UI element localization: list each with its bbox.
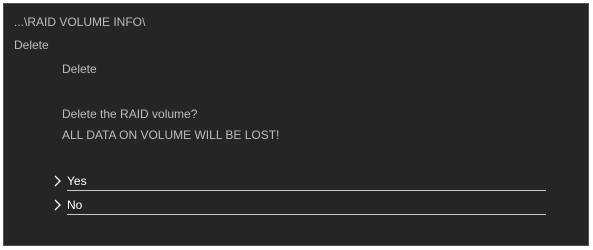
data-loss-warning: ALL DATA ON VOLUME WILL BE LOST! — [62, 128, 280, 142]
chevron-right-icon — [51, 173, 65, 189]
yes-option-label: Yes — [67, 174, 87, 188]
chevron-right-icon — [51, 197, 65, 213]
bios-window: ...\RAID VOLUME INFO\ Delete Delete Dele… — [3, 3, 589, 246]
page-title: Delete — [14, 38, 49, 52]
breadcrumb: ...\RAID VOLUME INFO\ — [14, 15, 146, 29]
yes-option[interactable]: Yes — [51, 173, 546, 191]
no-option[interactable]: No — [51, 197, 546, 215]
no-option-label: No — [67, 198, 83, 212]
no-option-underline — [67, 214, 546, 215]
confirm-question: Delete the RAID volume? — [62, 107, 198, 121]
yes-option-underline — [67, 190, 546, 191]
section-title: Delete — [62, 62, 97, 76]
